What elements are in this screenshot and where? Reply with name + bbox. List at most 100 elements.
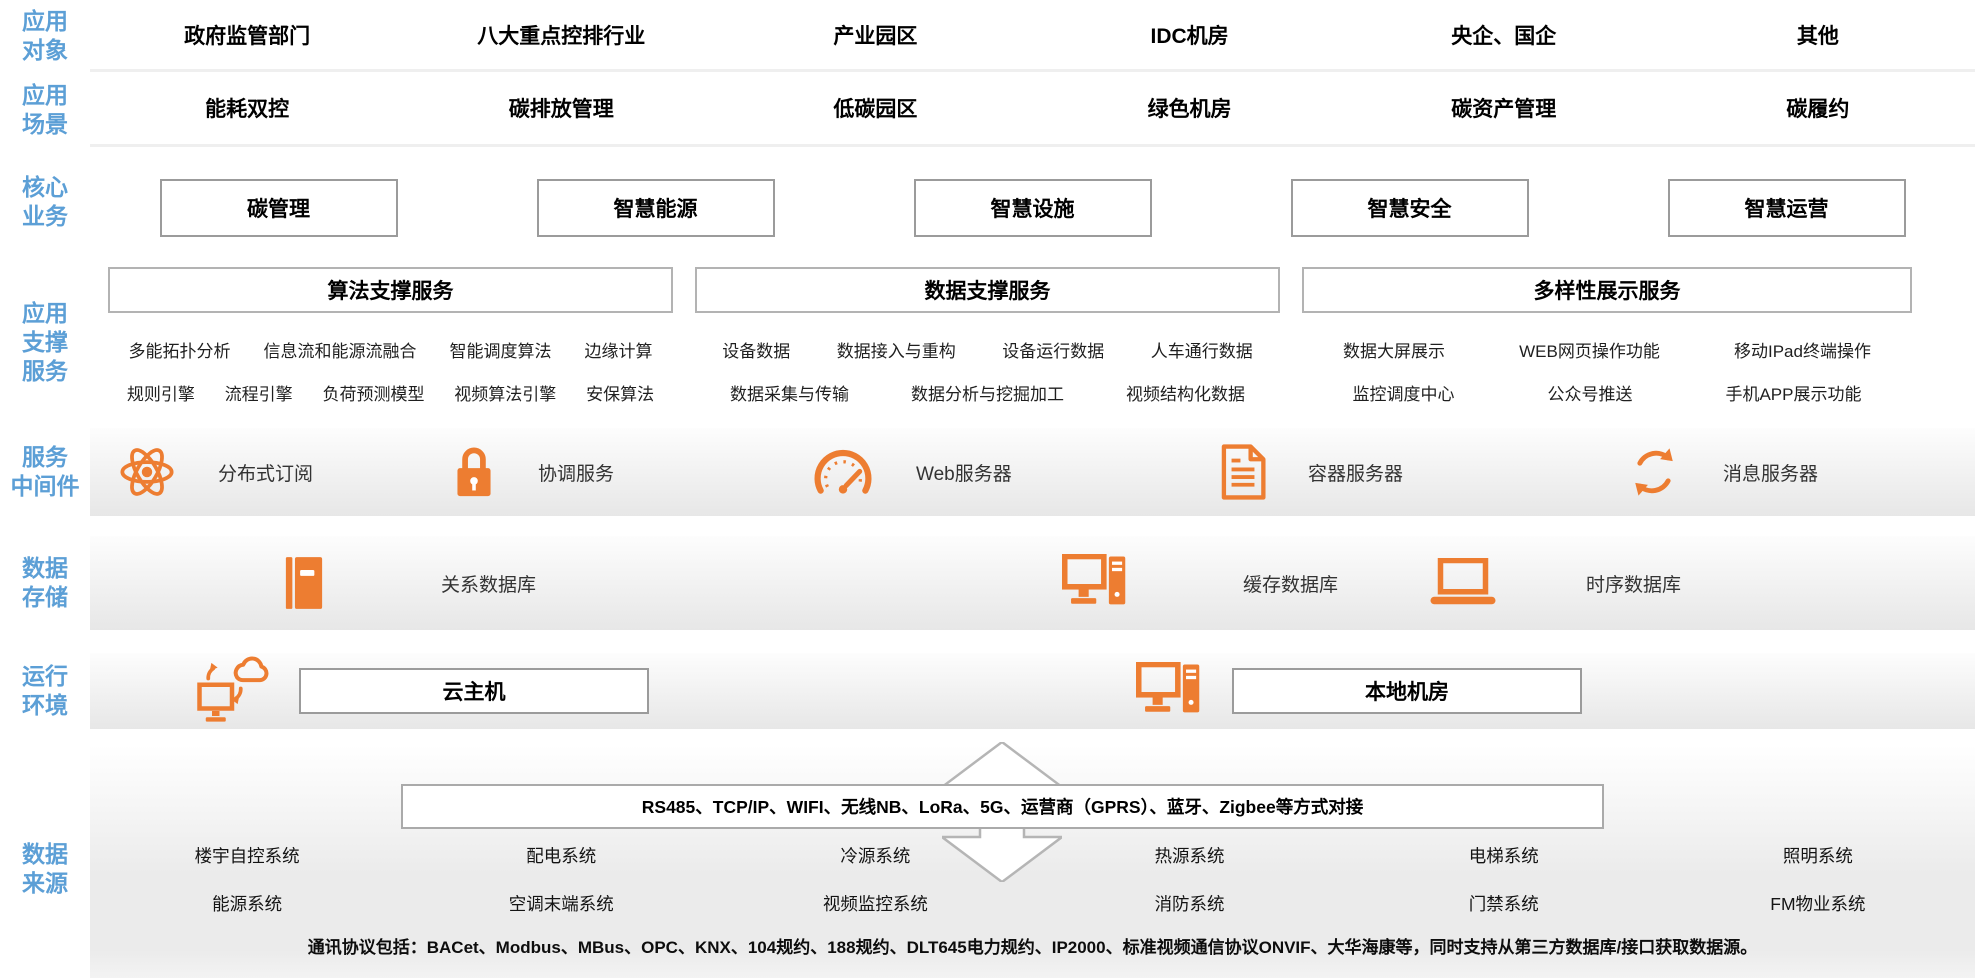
book-icon [282, 554, 326, 612]
core-business-box: 智慧设施 [914, 179, 1152, 237]
support-item: 视频结构化数据 [1126, 380, 1245, 405]
application-scenario-item: 绿色机房 [1032, 93, 1346, 123]
layer-label-application-objects: 应用对象 [0, 0, 90, 72]
storage-label: 关系数据库 [441, 570, 536, 597]
layer-runtime-environment: 运行环境 云主机 本地机房 [0, 653, 1975, 729]
source-system-item: 楼宇自控系统 [90, 843, 404, 868]
storage-label: 时序数据库 [1586, 570, 1681, 597]
source-system-item: 照明系统 [1661, 843, 1975, 868]
support-item: 数据采集与传输 [730, 380, 849, 405]
middleware-label: 分布式订阅 [218, 459, 313, 486]
application-scenario-item: 碳排放管理 [404, 93, 718, 123]
cloud-host-icon [195, 656, 269, 726]
support-item: 安保算法 [586, 380, 654, 405]
protocol-note: 通讯协议包括：BACet、Modbus、MBus、OPC、KNX、104规约、1… [90, 933, 1975, 958]
document-icon [1220, 444, 1266, 500]
support-item: 视频算法引擎 [454, 380, 556, 405]
layer-label-application-scenarios: 应用场景 [0, 72, 90, 147]
layer-label-data-storage: 数据存储 [0, 536, 90, 630]
application-scenario-item: 碳履约 [1661, 93, 1975, 123]
storage-item-cache-db: 缓存数据库 [1062, 536, 1338, 630]
layer-core-business: 核心业务 碳管理智慧能源智慧设施智慧安全智慧运营 [0, 147, 1975, 257]
middleware-item-container-server: 容器服务器 [1220, 428, 1403, 516]
support-item: 数据分析与挖掘加工 [911, 380, 1064, 405]
application-object-item: 八大重点控排行业 [404, 20, 718, 50]
desktop-icon [1062, 554, 1128, 612]
support-item: 移动IPad终端操作 [1734, 337, 1871, 362]
layer-data-sources: 数据来源 RS485、TCP/IP、WIFI、无线NB、LoRa、5G、运营商（… [0, 745, 1975, 978]
source-system-item: 热源系统 [1032, 843, 1346, 868]
support-item: 数据接入与重构 [837, 337, 956, 362]
application-scenarios-list: 能耗双控碳排放管理低碳园区绿色机房碳资产管理碳履约 [90, 72, 1975, 147]
runtime-box-cloud-host: 云主机 [299, 668, 649, 714]
source-system-item: 消防系统 [1032, 891, 1346, 916]
runtime-item-cloud-host: 云主机 [195, 653, 649, 729]
runtime-box-local-server-room: 本地机房 [1232, 668, 1582, 714]
application-objects-list: 政府监管部门八大重点控排行业产业园区IDC机房央企、国企其他 [90, 0, 1975, 72]
desktop-icon [1136, 662, 1202, 720]
layer-application-scenarios: 应用场景 能耗双控碳排放管理低碳园区绿色机房碳资产管理碳履约 [0, 72, 1975, 147]
layer-support-services: 应用支撑服务 算法支撑服务 多能拓扑分析信息流和能源流融合智能调度算法边缘计算 … [0, 257, 1975, 428]
source-system-item: 空调末端系统 [404, 891, 718, 916]
support-item: 设备数据 [722, 337, 790, 362]
source-system-item: 配电系统 [404, 843, 718, 868]
support-item: 智能调度算法 [450, 337, 552, 362]
layer-data-storage: 数据存储 关系数据库 缓存数据库 时序数据库 [0, 536, 1975, 630]
middleware-item-message-server: 消息服务器 [1627, 428, 1818, 516]
support-item: 设备运行数据 [1002, 337, 1104, 362]
lock-icon [452, 444, 496, 500]
layer-application-objects: 应用对象 政府监管部门八大重点控排行业产业园区IDC机房央企、国企其他 [0, 0, 1975, 72]
support-item: 多能拓扑分析 [129, 337, 231, 362]
layer-label-runtime-environment: 运行环境 [0, 653, 90, 729]
support-item: WEB网页操作功能 [1519, 337, 1660, 362]
support-group-title: 算法支撑服务 [108, 267, 673, 313]
middleware-label: 容器服务器 [1308, 459, 1403, 486]
connection-methods-box: RS485、TCP/IP、WIFI、无线NB、LoRa、5G、运营商（GPRS）… [401, 784, 1604, 829]
support-item: 负荷预测模型 [322, 380, 424, 405]
middleware-label: 消息服务器 [1723, 459, 1818, 486]
support-item: 流程引擎 [225, 380, 293, 405]
layer-middleware: 服务中间件 分布式订阅 协调服务 Web服务器 [0, 428, 1975, 516]
support-group-algorithm: 算法支撑服务 多能拓扑分析信息流和能源流融合智能调度算法边缘计算 规则引擎流程引… [108, 267, 673, 428]
middleware-label: 协调服务 [538, 459, 614, 486]
architecture-diagram: 应用对象 政府监管部门八大重点控排行业产业园区IDC机房央企、国企其他 应用场景… [0, 0, 1975, 978]
gauge-icon [812, 447, 874, 497]
application-scenario-item: 能耗双控 [90, 93, 404, 123]
application-object-item: 产业园区 [718, 20, 1032, 50]
support-item: 公众号推送 [1547, 380, 1632, 405]
atom-icon [118, 443, 176, 501]
support-item: 人车通行数据 [1151, 337, 1253, 362]
support-item: 监控调度中心 [1352, 380, 1454, 405]
layer-label-support-services: 应用支撑服务 [0, 257, 90, 428]
support-group-title: 多样性展示服务 [1302, 267, 1912, 313]
support-item: 边缘计算 [585, 337, 653, 362]
application-scenario-item: 低碳园区 [718, 93, 1032, 123]
application-object-item: IDC机房 [1032, 20, 1346, 50]
source-system-item: 电梯系统 [1347, 843, 1661, 868]
storage-label: 缓存数据库 [1243, 570, 1338, 597]
support-item: 信息流和能源流融合 [264, 337, 417, 362]
layer-label-middleware: 服务中间件 [0, 428, 90, 516]
application-object-item: 央企、国企 [1347, 20, 1661, 50]
source-system-item: 门禁系统 [1347, 891, 1661, 916]
core-business-box: 碳管理 [160, 179, 398, 237]
support-group-title: 数据支撑服务 [695, 267, 1280, 313]
layer-label-core-business: 核心业务 [0, 147, 90, 257]
storage-item-relational-db: 关系数据库 [282, 536, 536, 630]
core-business-list: 碳管理智慧能源智慧设施智慧安全智慧运营 [90, 147, 1975, 257]
application-scenario-item: 碳资产管理 [1347, 93, 1661, 123]
support-group-data: 数据支撑服务 设备数据 数据接入与重构 设备运行数据 人车通行数据 数据采集与传输 数据… [695, 267, 1280, 428]
support-item: 手机APP展示功能 [1725, 380, 1861, 405]
laptop-icon [1430, 558, 1496, 608]
source-system-item: 能源系统 [90, 891, 404, 916]
support-item: 数据大屏展示 [1343, 337, 1445, 362]
middleware-item-distributed-subscription: 分布式订阅 [118, 428, 313, 516]
core-business-box: 智慧能源 [537, 179, 775, 237]
application-object-item: 政府监管部门 [90, 20, 404, 50]
source-system-item: 视频监控系统 [718, 891, 1032, 916]
source-system-item: FM物业系统 [1661, 891, 1975, 916]
sync-icon [1627, 445, 1681, 499]
runtime-item-local-server-room: 本地机房 [1136, 653, 1582, 729]
core-business-box: 智慧运营 [1668, 179, 1906, 237]
middleware-item-web-server: Web服务器 [812, 428, 1012, 516]
